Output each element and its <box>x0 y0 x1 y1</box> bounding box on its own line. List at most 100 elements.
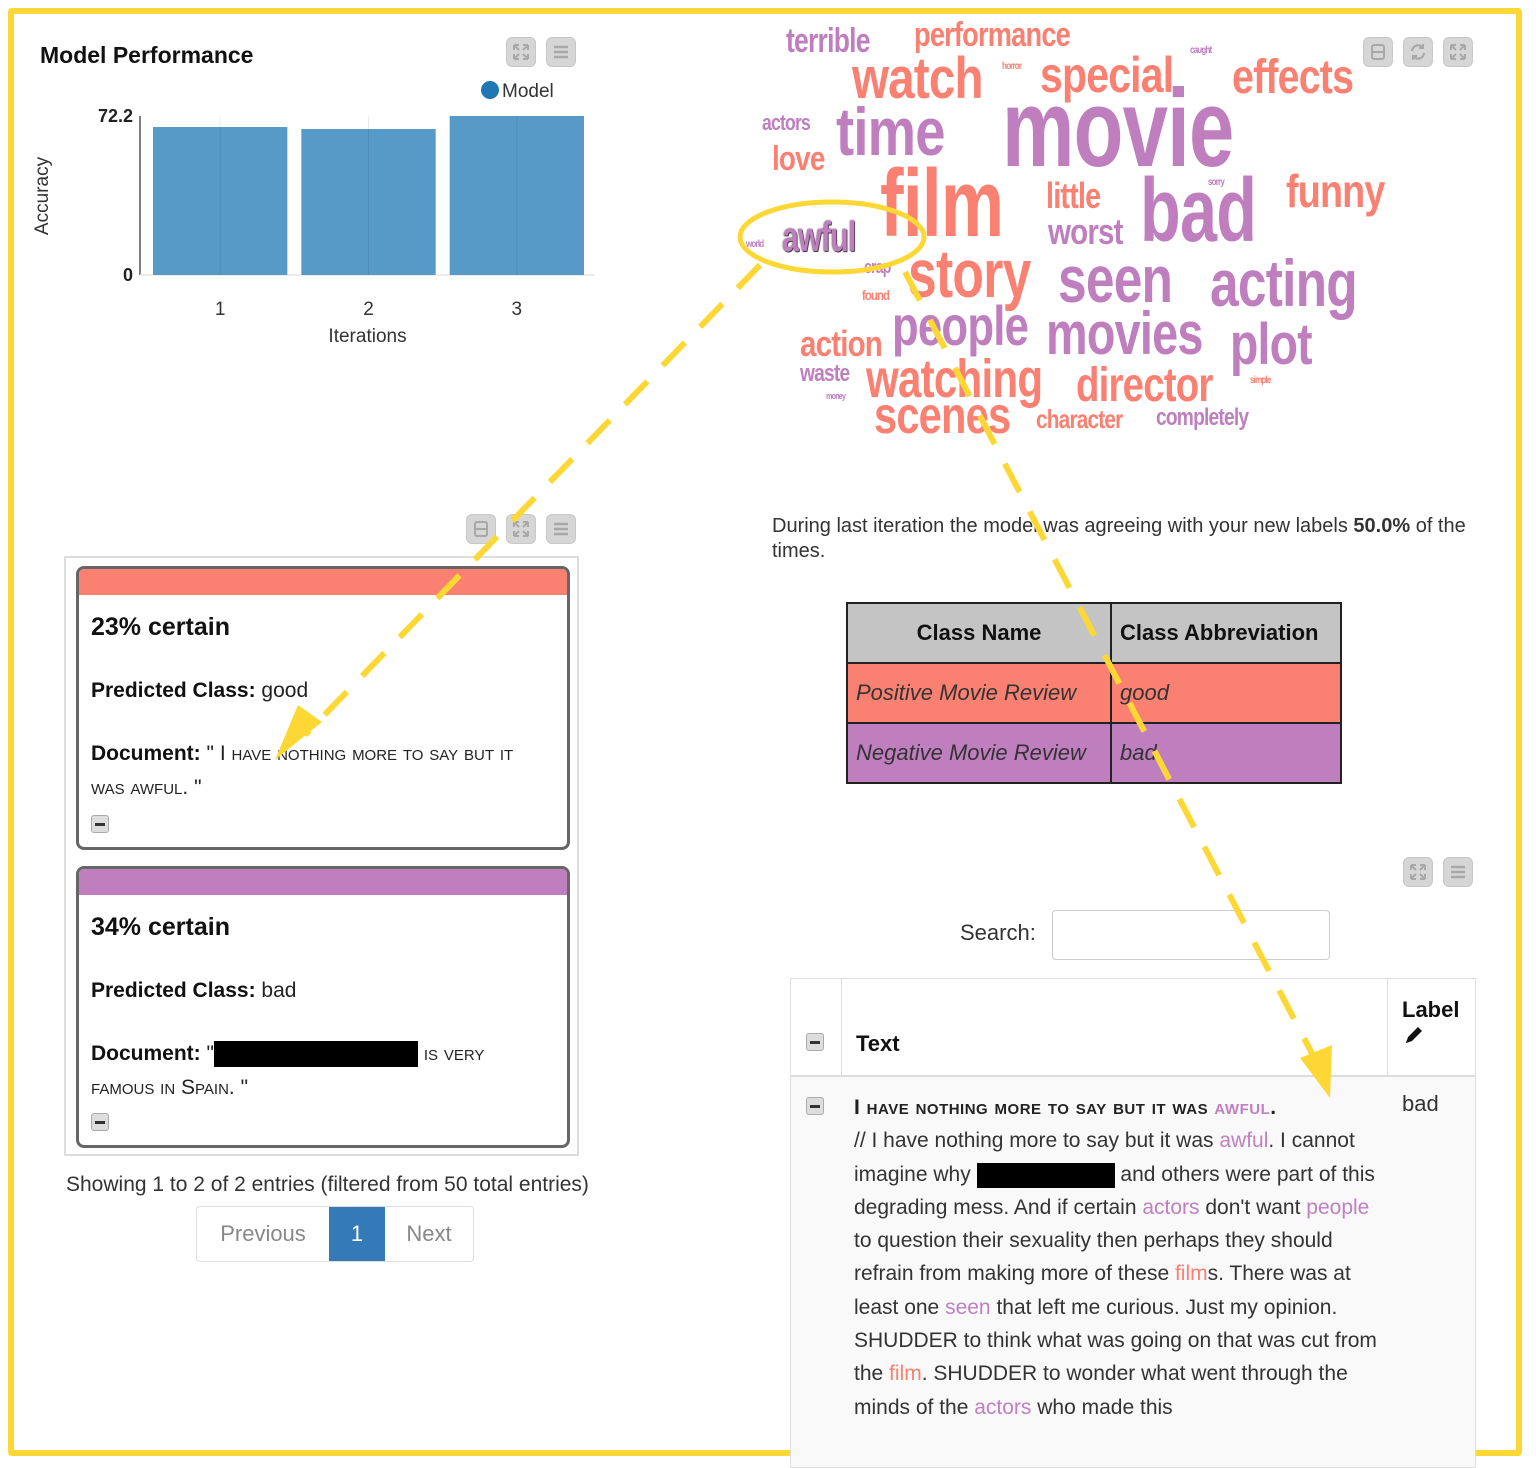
predicted-class-label: Predicted Class: <box>91 979 256 1002</box>
column-class-abbreviation: Class Abbreviation <box>1110 602 1342 664</box>
predicted-class: Predicted Class: bad <box>91 979 296 1003</box>
cloud-word-completely[interactable]: completely <box>1156 406 1249 430</box>
collapse-row-button[interactable] <box>91 1113 109 1131</box>
quote-close: " <box>194 776 202 799</box>
cloud-word-money[interactable]: money <box>826 392 846 401</box>
row-text-segment: don't want <box>1199 1195 1307 1219</box>
class-color-bar <box>79 869 567 895</box>
cloud-word-scenes[interactable]: scenes <box>874 390 1011 442</box>
cloud-word-waste[interactable]: waste <box>800 362 850 386</box>
quote-open: " <box>206 742 214 765</box>
cloud-word-actors[interactable]: actors <box>762 112 811 134</box>
cloud-word-little[interactable]: little <box>1046 178 1101 214</box>
collapse-row-button[interactable] <box>806 1097 824 1115</box>
certainty-title: 23% certain <box>91 613 230 641</box>
class-name: Positive Movie Review <box>846 662 1112 724</box>
cloud-word-acting[interactable]: acting <box>1210 250 1358 316</box>
highlighted-word: awful <box>1214 1096 1271 1119</box>
cloud-word-people[interactable]: people <box>892 298 1029 354</box>
cloud-word-caught[interactable]: caught <box>1190 46 1212 56</box>
search-label: Search: <box>960 920 1036 945</box>
prediction-card: 23% certain Predicted Class: good Docume… <box>76 566 570 850</box>
predicted-class-value: bad <box>261 979 297 1002</box>
agreement-summary: During last iteration the model was agre… <box>772 514 1502 564</box>
column-text[interactable]: Text <box>856 1031 900 1057</box>
document: Document: " is very famous in Spain. " <box>91 1037 551 1105</box>
agreement-text: During last iteration the model was agre… <box>772 515 1354 537</box>
cloud-word-crap[interactable]: crap <box>864 258 891 276</box>
document: Document: " I have nothing more to say b… <box>91 737 551 805</box>
cards-collapse-button[interactable] <box>466 514 496 544</box>
entries-info: Showing 1 to 2 of 2 entries (filtered fr… <box>66 1173 589 1196</box>
collapse-all-button[interactable] <box>806 1033 824 1051</box>
page-1-button[interactable]: 1 <box>329 1207 385 1261</box>
highlighted-word: film <box>1174 1262 1208 1286</box>
cloud-word-director[interactable]: director <box>1076 362 1213 410</box>
highlighted-word: actors <box>1142 1195 1200 1219</box>
class-row-bad: Negative Movie Review bad <box>846 722 1342 784</box>
highlighted-word: seen <box>945 1295 991 1319</box>
redacted-text <box>213 1041 418 1068</box>
word-cloud: terrible performance watch horror special cau… <box>0 0 1536 460</box>
row-text: I have nothing more to say but it was aw… <box>854 1091 1379 1424</box>
row-title-text: I have nothing more to say but it was <box>854 1096 1215 1119</box>
collapse-icon <box>474 521 488 537</box>
table-row[interactable]: I have nothing more to say but it was aw… <box>791 1075 1475 1467</box>
redacted-text <box>976 1162 1115 1188</box>
expand-icon <box>1410 864 1426 880</box>
previous-page-button[interactable]: Previous <box>197 1207 329 1261</box>
expand-icon <box>1450 44 1466 60</box>
wordcloud-collapse-button[interactable] <box>1363 37 1393 67</box>
class-row-good: Positive Movie Review good <box>846 662 1342 724</box>
column-class-name: Class Name <box>846 602 1112 664</box>
pagination: Previous 1 Next <box>196 1206 474 1262</box>
cloud-word-character[interactable]: character <box>1036 406 1123 432</box>
document-label: Document: <box>91 1042 201 1065</box>
cloud-word-love[interactable]: love <box>772 142 825 176</box>
quote-open: " <box>206 1042 214 1065</box>
highlighted-word: actors <box>974 1395 1032 1419</box>
cloud-word-found[interactable]: found <box>862 288 890 302</box>
row-text-segment: who made this <box>1031 1395 1173 1419</box>
cloud-word-funny[interactable]: funny <box>1286 168 1385 214</box>
cards-menu-button[interactable] <box>546 514 576 544</box>
wordcloud-expand-button[interactable] <box>1443 37 1473 67</box>
collapse-icon <box>1371 44 1385 60</box>
row-title: I have nothing more to say but it was aw… <box>854 1096 1277 1119</box>
cloud-word-simple[interactable]: simple <box>1250 376 1271 386</box>
certainty-title: 34% certain <box>91 913 230 941</box>
row-body: // I have nothing more to say but it was… <box>854 1129 1377 1418</box>
cloud-word-world[interactable]: world <box>746 240 764 250</box>
menu-icon <box>1451 865 1465 879</box>
row-label[interactable]: bad <box>1402 1091 1439 1117</box>
row-title-end: . <box>1270 1096 1277 1119</box>
table-expand-button[interactable] <box>1403 857 1433 887</box>
class-table-header: Class Name Class Abbreviation <box>846 602 1342 664</box>
cloud-word-awful[interactable]: awful <box>782 216 856 258</box>
agreement-percent: 50.0% <box>1353 515 1411 537</box>
class-abbreviation: good <box>1110 662 1342 724</box>
expand-icon <box>513 521 529 537</box>
collapse-row-button[interactable] <box>91 815 109 833</box>
search-input[interactable] <box>1052 910 1330 960</box>
refresh-icon <box>1410 44 1426 60</box>
column-label[interactable]: Label <box>1402 997 1459 1053</box>
row-text-segment: // I have nothing more to say but it was <box>854 1129 1220 1153</box>
next-page-button[interactable]: Next <box>385 1207 473 1261</box>
column-label-text: Label <box>1402 997 1460 1022</box>
cloud-word-effects[interactable]: effects <box>1232 54 1354 102</box>
document-label: Document: <box>91 742 201 765</box>
wordcloud-refresh-button[interactable] <box>1403 37 1433 67</box>
cloud-word-plot[interactable]: plot <box>1230 316 1313 374</box>
highlighted-word: people <box>1306 1195 1370 1219</box>
predicted-class-label: Predicted Class: <box>91 679 256 702</box>
table-menu-button[interactable] <box>1443 857 1473 887</box>
highlighted-word: film <box>889 1362 922 1386</box>
quote-close: " <box>240 1076 249 1099</box>
cards-expand-button[interactable] <box>506 514 536 544</box>
highlighted-word: awful <box>1219 1129 1269 1153</box>
cloud-word-movies[interactable]: movies <box>1046 304 1203 364</box>
predicted-class: Predicted Class: good <box>91 679 308 703</box>
pencil-icon[interactable] <box>1402 1023 1426 1047</box>
class-legend-table: Class Name Class Abbreviation Positive M… <box>846 602 1342 784</box>
